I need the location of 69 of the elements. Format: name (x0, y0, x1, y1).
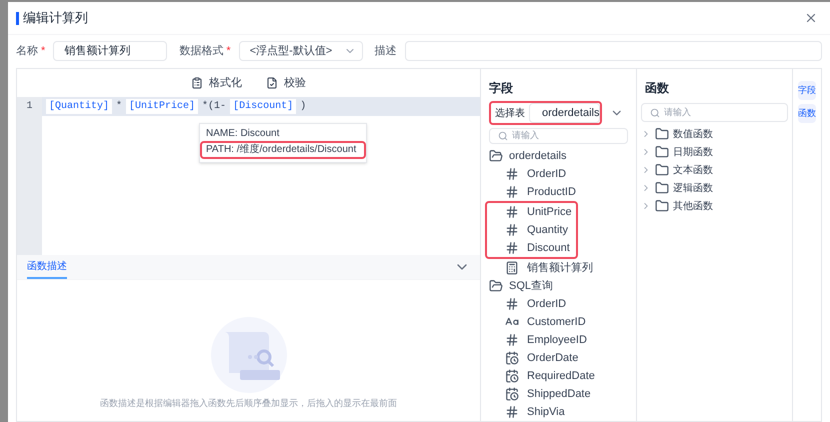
field-item[interactable]: UnitPrice (489, 203, 576, 221)
hash-icon (505, 297, 519, 311)
dialog-title: 编辑计算列 (23, 9, 88, 28)
clipboard-icon (191, 77, 203, 89)
field-item[interactable]: ShippedDate (489, 385, 628, 403)
function-group[interactable]: 日期函数 (641, 143, 788, 161)
field-item[interactable]: ShipVia (489, 403, 628, 421)
operator-text: * (116, 100, 122, 114)
function-group[interactable]: 其他函数 (641, 197, 788, 215)
folder-icon (655, 199, 669, 213)
hash-icon (505, 185, 519, 199)
line-number: 1 (26, 100, 32, 114)
table-folder[interactable]: orderdetails (489, 147, 628, 165)
field-token[interactable]: [Discount] (230, 99, 296, 114)
format-select[interactable]: <浮点型-默认值> (238, 41, 363, 61)
calendar-icon (505, 351, 519, 365)
calculator-icon (505, 261, 519, 275)
hash-icon (505, 205, 519, 219)
hash-icon (505, 241, 519, 255)
empty-description-text: 函数描述是根据编辑器拖入函数先后顺序叠加显示，后拖入的显示在最前面 (100, 397, 397, 410)
folder-icon (655, 145, 669, 159)
field-item[interactable]: OrderID (489, 295, 628, 313)
folder-icon (655, 163, 669, 177)
description-tab[interactable]: 函数描述 (27, 255, 67, 279)
tooltip-name: NAME: Discount (206, 127, 280, 141)
field-item[interactable]: ProductID (489, 183, 628, 201)
field-item[interactable]: CustomerID (489, 313, 628, 331)
check-button[interactable]: 校验 (266, 74, 306, 92)
functions-title: 函数 (644, 80, 670, 97)
close-icon[interactable] (804, 11, 818, 25)
field-token[interactable]: [UnitPrice] (126, 99, 198, 114)
operator-text: ) (300, 100, 306, 114)
field-item[interactable]: OrderID (489, 165, 628, 183)
format-button[interactable]: 格式化 (191, 74, 242, 92)
side-tab[interactable]: 字段 (798, 81, 816, 100)
folder-icon (655, 127, 669, 141)
field-item[interactable]: OrderDate (489, 349, 628, 367)
hash-icon (505, 167, 519, 181)
function-group[interactable]: 文本函数 (641, 161, 788, 179)
hash-icon (505, 223, 519, 237)
calendar-icon (505, 387, 519, 401)
side-tab[interactable]: 函数 (798, 104, 816, 123)
folder-icon (489, 279, 503, 293)
hash-icon (505, 405, 519, 419)
folder-icon (489, 149, 503, 163)
field-item[interactable]: 销售额计算列 (489, 259, 628, 277)
field-item[interactable]: Quantity (489, 221, 576, 239)
field-item[interactable]: Discount (489, 239, 576, 257)
operator-text: *(1- (202, 100, 226, 114)
description-input[interactable] (404, 41, 822, 61)
tooltip-path: PATH: /维度/orderdetails/Discount (200, 141, 366, 159)
function-group[interactable]: 逻辑函数 (641, 179, 788, 197)
description-label: 描述 (374, 44, 397, 59)
hash-icon (505, 333, 519, 347)
table-folder[interactable]: SQL查询 (489, 277, 628, 295)
fields-title: 字段 (489, 80, 514, 97)
field-item[interactable]: EmployeeID (489, 331, 628, 349)
function-group[interactable]: 数值函数 (641, 125, 788, 143)
calendar-icon (505, 369, 519, 383)
file-check-icon (266, 77, 278, 89)
field-item[interactable]: RequiredDate (489, 367, 628, 385)
search-icon (498, 131, 508, 141)
field-token[interactable]: [Quantity] (46, 99, 112, 114)
name-input[interactable]: 销售额计算列 (53, 41, 168, 61)
format-label: 数据格式 * (179, 44, 231, 59)
search-icon (650, 108, 660, 118)
folder-icon (655, 181, 669, 195)
table-select[interactable]: 选择表 orderdetails (489, 101, 602, 125)
name-label: 名称 * (16, 44, 46, 59)
